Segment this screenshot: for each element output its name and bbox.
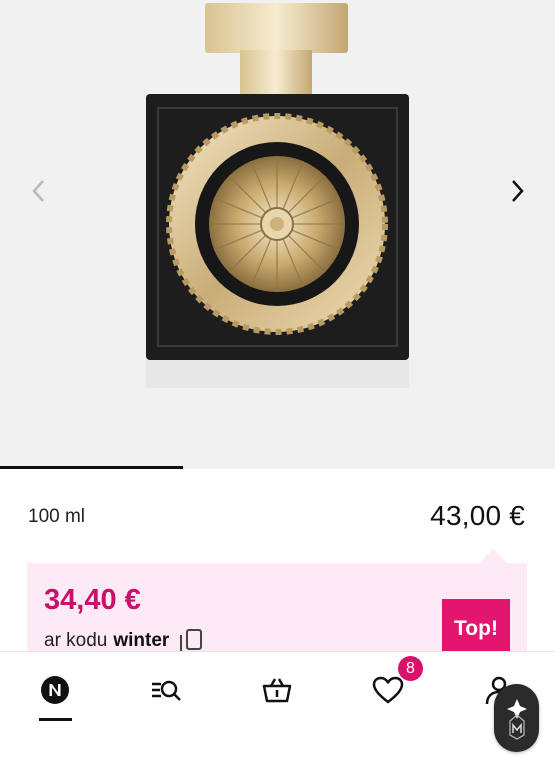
wishlist-count-badge: 8 xyxy=(398,656,423,681)
notino-logo-icon xyxy=(41,676,69,704)
previous-image-button[interactable] xyxy=(24,176,54,206)
copy-code-button[interactable] xyxy=(179,629,205,653)
assistant-fab[interactable] xyxy=(494,684,539,752)
promo-box: 34,40 € ar kodu winter Top! xyxy=(27,563,527,663)
search-list-icon xyxy=(152,680,181,701)
chevron-right-icon xyxy=(512,180,524,202)
nav-search[interactable] xyxy=(141,670,191,710)
next-image-button[interactable] xyxy=(502,176,532,206)
product-size: 100 ml xyxy=(28,506,86,527)
basket-icon xyxy=(262,678,292,703)
chevron-left-icon xyxy=(32,180,44,202)
nav-home[interactable] xyxy=(30,670,80,710)
nav-basket[interactable] xyxy=(252,670,302,710)
copy-icon xyxy=(180,629,203,651)
promo-pointer xyxy=(479,549,507,563)
promo-price: 34,40 € xyxy=(44,584,141,616)
assistant-logo-icon xyxy=(506,699,527,740)
bottom-navigation: 8 xyxy=(0,651,555,769)
product-price: 43,00 € xyxy=(430,500,525,531)
promo-code-line: ar kodu winter xyxy=(44,629,205,653)
gallery-progress-fill xyxy=(0,466,184,469)
product-image xyxy=(146,3,409,388)
gallery-progress xyxy=(0,466,555,469)
product-gallery[interactable] xyxy=(0,0,555,469)
promo-code: winter xyxy=(113,630,170,651)
promo-code-prefix: ar kodu xyxy=(44,630,108,651)
heart-icon xyxy=(372,676,404,704)
nav-active-indicator xyxy=(39,718,72,721)
